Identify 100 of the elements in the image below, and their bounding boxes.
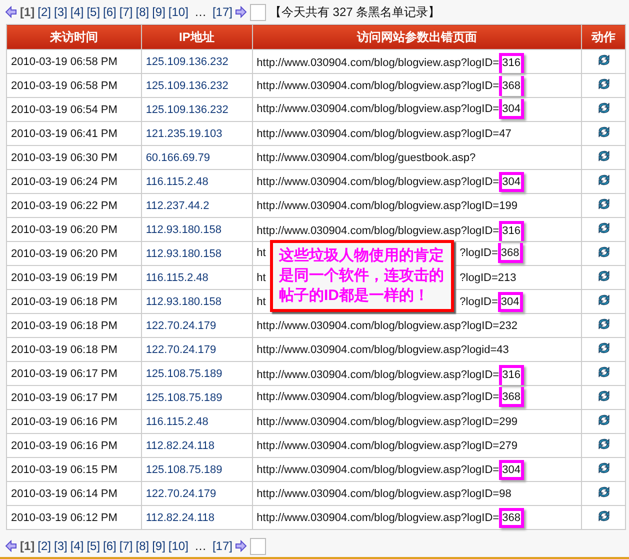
refresh-icon[interactable]: [596, 509, 611, 523]
refresh-icon[interactable]: [596, 173, 611, 187]
page-link[interactable]: [4]: [70, 539, 84, 553]
highlighted-id: 316: [499, 52, 524, 72]
url-cell: http://www.030904.com/blog/blogview.asp?logID=199: [252, 194, 582, 218]
url-cell: http://www.030904.com/blog/blogview.asp?logID=232: [252, 314, 582, 338]
url-cell: http://www.030904.com/blog/blogview.asp?logID= 368: [252, 506, 582, 530]
page-link[interactable]: [5]: [86, 5, 100, 19]
ip-cell: 60.166.69.79: [141, 146, 252, 170]
page-link[interactable]: [6]: [103, 5, 116, 19]
table-cell: 2010-03-19 06:15 PM: [6, 458, 142, 482]
table-cell: 2010-03-19 06:22 PM: [6, 194, 142, 218]
ip-cell: 125.108.75.189: [141, 386, 252, 410]
right-arrow-icon[interactable]: [235, 540, 248, 552]
page-link[interactable]: [6]: [103, 539, 116, 553]
page-link[interactable]: [3]: [54, 539, 68, 553]
refresh-icon[interactable]: [596, 125, 611, 139]
ip-cell: 112.237.44.2: [141, 194, 252, 218]
right-arrow-icon[interactable]: [235, 6, 248, 18]
refresh-icon[interactable]: [596, 77, 611, 91]
ip-cell: 122.70.24.179: [141, 482, 252, 506]
refresh-icon[interactable]: [596, 317, 611, 331]
table-cell: 2010-03-19 06:18 PM: [6, 290, 142, 314]
refresh-icon[interactable]: [596, 245, 611, 259]
refresh-icon[interactable]: [596, 461, 611, 475]
page-link[interactable]: [3]: [54, 5, 68, 19]
refresh-icon[interactable]: [596, 53, 611, 67]
url-text: ?logID=: [460, 246, 498, 258]
table-cell: 2010-03-19 06:54 PM: [6, 98, 142, 122]
refresh-icon[interactable]: [596, 197, 611, 211]
refresh-icon[interactable]: [596, 269, 611, 283]
page-link[interactable]: [10]: [168, 539, 188, 553]
ip-cell: 125.108.75.189: [141, 458, 252, 482]
table-cell: 2010-03-19 06:58 PM: [6, 74, 142, 98]
highlighted-id: 316: [499, 220, 524, 240]
url-cell: http://www.030904.com/blog/blogview.asp?logid=43: [252, 338, 582, 362]
refresh-icon[interactable]: [596, 365, 611, 379]
left-arrow-icon[interactable]: [5, 6, 17, 18]
table-cell: 2010-03-19 06:17 PM: [6, 362, 142, 386]
page-link[interactable]: [1]: [20, 539, 35, 553]
ip-cell: 125.108.75.189: [141, 362, 252, 386]
url-cell: http://www.030904.com/blog/blogview.asp?logID= 316: [252, 50, 582, 74]
url-cell: http://www.030904.com/blog/blogview.asp?logID= 304: [252, 170, 582, 194]
ellipsis: …: [194, 5, 206, 19]
url-cell: http://www.030904.com/blog/blogview.asp?logID=47: [252, 122, 582, 146]
refresh-icon[interactable]: [596, 221, 611, 235]
column-header: 动作: [582, 24, 626, 50]
page-link[interactable]: [7]: [119, 5, 133, 19]
refresh-icon[interactable]: [596, 293, 611, 307]
highlighted-id: 316: [499, 364, 524, 384]
url-cell: http://www.030904.com/blog/blogview.asp?logID= 304: [252, 458, 582, 482]
column-header: IP地址: [141, 24, 252, 50]
table-cell: 2010-03-19 06:18 PM: [6, 338, 142, 362]
ip-cell: 116.115.2.48: [141, 266, 252, 290]
refresh-icon[interactable]: [596, 149, 611, 163]
url-text: ht: [256, 296, 266, 308]
column-header: 访问网站参数出错页面: [252, 24, 582, 50]
refresh-icon[interactable]: [596, 389, 611, 403]
url-cell: http://www.030904.com/blog/blogview.asp?logID= 368: [252, 386, 582, 410]
callout-note: 这些垃圾人物使用的肯定是同一个软件，连攻击的帖子的ID都是一样的！: [270, 240, 454, 312]
page-link[interactable]: [5]: [86, 539, 100, 553]
url-text: ht: [256, 272, 266, 284]
highlighted-id: 368: [498, 242, 524, 262]
table-cell: 2010-03-19 06:17 PM: [6, 386, 142, 410]
page-link[interactable]: [8]: [136, 539, 150, 553]
ip-cell: 112.93.180.158: [141, 290, 252, 314]
table-cell: 2010-03-19 06:20 PM: [6, 218, 142, 242]
page-input-field[interactable]: [250, 4, 266, 20]
refresh-icon[interactable]: [596, 341, 611, 355]
refresh-icon[interactable]: [596, 437, 611, 451]
table-cell: 2010-03-19 06:24 PM: [6, 170, 142, 194]
highlighted-id: 368: [499, 508, 524, 528]
table-cell: 2010-03-19 06:58 PM: [6, 50, 142, 74]
url-cell: http://www.030904.com/blog/blogview.asp?logID=279: [252, 434, 582, 458]
ip-cell: 125.109.136.232: [141, 74, 252, 98]
page-link[interactable]: [7]: [119, 539, 133, 553]
page-link[interactable]: [2]: [38, 539, 52, 553]
page-link[interactable]: [8]: [136, 5, 150, 19]
ip-cell: 112.82.24.118: [141, 434, 252, 458]
page-link[interactable]: [17]: [212, 5, 232, 19]
ip-cell: 125.109.136.232: [141, 98, 252, 122]
url-cell: http://www.030904.com/blog/guestbook.asp?: [252, 146, 582, 170]
ip-cell: 122.70.24.179: [141, 338, 252, 362]
page-link[interactable]: [17]: [212, 539, 232, 553]
refresh-icon[interactable]: [596, 413, 611, 427]
page-link[interactable]: [2]: [38, 5, 52, 19]
page-link[interactable]: [9]: [152, 5, 166, 19]
page-link[interactable]: [9]: [152, 539, 166, 553]
refresh-icon[interactable]: [596, 485, 611, 499]
page-link[interactable]: [10]: [168, 5, 188, 19]
ellipsis: …: [194, 539, 206, 553]
table-cell: 2010-03-19 06:20 PM: [6, 242, 142, 266]
left-arrow-icon[interactable]: [5, 540, 17, 552]
page-input-field[interactable]: [250, 538, 266, 554]
refresh-icon[interactable]: [596, 101, 611, 115]
page-link[interactable]: [4]: [70, 5, 84, 19]
page-link[interactable]: [1]: [20, 5, 35, 19]
table-cell: 2010-03-19 06:16 PM: [6, 434, 142, 458]
url-text: ht: [256, 246, 266, 258]
highlighted-id: 304: [499, 460, 524, 480]
